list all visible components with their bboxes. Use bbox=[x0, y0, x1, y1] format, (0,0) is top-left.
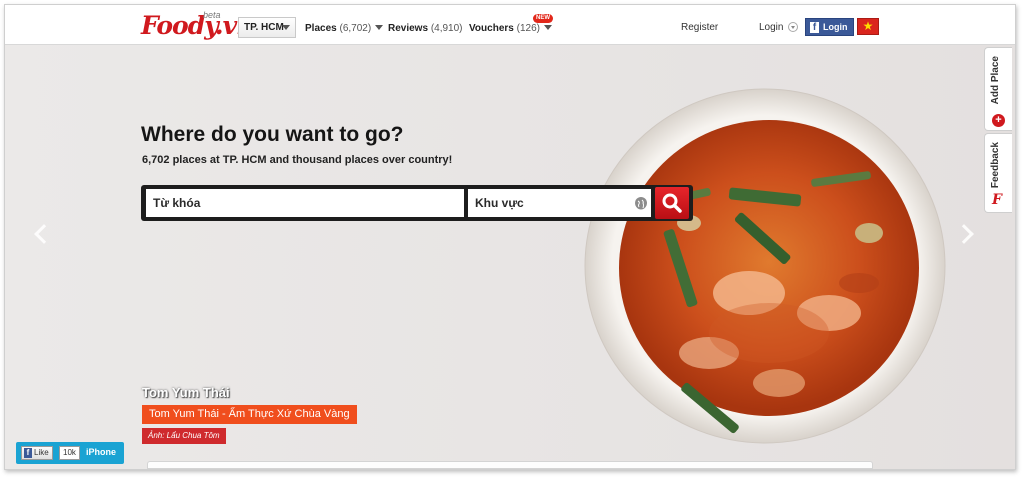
reviews-count: (4,910) bbox=[430, 23, 463, 34]
chevron-down-icon bbox=[375, 25, 384, 30]
like-count: 10k bbox=[59, 446, 80, 460]
login-label: Login bbox=[759, 22, 784, 33]
social-bar: f Like 10k iPhone bbox=[16, 442, 124, 464]
facebook-like-button[interactable]: f Like bbox=[21, 446, 53, 460]
vietnam-flag-icon[interactable]: ★ bbox=[857, 18, 879, 35]
keyword-input[interactable]: Từ khóa bbox=[146, 189, 464, 217]
iphone-app-link[interactable]: iPhone bbox=[86, 447, 116, 457]
search-bar: Từ khóa Khu vực bbox=[141, 185, 693, 221]
hero-banner: Where do you want to go? 6,702 places at… bbox=[5, 45, 1015, 469]
places-count: (6,702) bbox=[339, 23, 372, 34]
places-label: Places bbox=[305, 23, 337, 34]
hero-subline: 6,702 places at TP. HCM and thousand pla… bbox=[142, 154, 453, 166]
beta-label: beta bbox=[203, 10, 221, 20]
flag-star-icon: ★ bbox=[862, 19, 874, 33]
register-link[interactable]: Register bbox=[681, 22, 718, 33]
area-input[interactable]: Khu vực bbox=[468, 189, 651, 217]
like-label: Like bbox=[34, 448, 49, 457]
city-selector[interactable]: TP. HCM bbox=[238, 17, 296, 38]
dropdown-circle-icon bbox=[788, 22, 799, 32]
hero-headline: Where do you want to go? bbox=[141, 123, 404, 146]
facebook-icon: f bbox=[24, 448, 32, 458]
vouchers-count: (126) bbox=[516, 23, 540, 34]
add-place-tab[interactable]: Add Place + bbox=[984, 47, 1012, 131]
vouchers-label: Vouchers bbox=[469, 23, 514, 34]
facebook-login-label: Login bbox=[823, 22, 848, 32]
plus-icon: + bbox=[992, 114, 1005, 127]
facebook-icon: f bbox=[810, 22, 819, 33]
chevron-down-icon bbox=[543, 25, 552, 30]
add-place-label: Add Place bbox=[990, 56, 1001, 105]
globe-icon[interactable] bbox=[635, 197, 647, 210]
chevron-down-icon bbox=[282, 25, 290, 30]
soup-bowl-image bbox=[584, 88, 946, 444]
login-menu[interactable]: Login bbox=[759, 22, 799, 33]
reviews-menu[interactable]: Reviews (4,910) bbox=[388, 23, 463, 34]
feedback-label: Feedback bbox=[990, 142, 1001, 189]
browser-frame: Foody.vn beta TP. HCM Places (6,702) Rev… bbox=[4, 4, 1016, 470]
logo-text: Foody.vn bbox=[141, 11, 254, 40]
next-slide-arrow-icon[interactable] bbox=[954, 224, 974, 244]
feedback-tab[interactable]: Feedback F bbox=[984, 133, 1012, 213]
search-button[interactable] bbox=[655, 187, 689, 219]
facebook-login-button[interactable]: f Login bbox=[805, 18, 854, 36]
dish-name: Tom Yum Thái bbox=[142, 385, 230, 400]
foody-f-icon: F bbox=[992, 192, 1002, 208]
places-menu[interactable]: Places (6,702) bbox=[305, 23, 384, 34]
previous-slide-arrow-icon[interactable] bbox=[34, 224, 54, 244]
search-icon bbox=[662, 193, 682, 213]
restaurant-tag[interactable]: Tom Yum Thái - Ẩm Thực Xứ Chùa Vàng bbox=[142, 405, 357, 424]
new-badge: NEW bbox=[533, 14, 553, 23]
photo-credit-tag[interactable]: Ảnh: Lẩu Chua Tôm bbox=[142, 428, 226, 444]
content-panel-edge bbox=[147, 461, 873, 469]
vouchers-menu[interactable]: Vouchers (126) bbox=[469, 23, 552, 34]
top-navigation-bar: Foody.vn beta TP. HCM Places (6,702) Rev… bbox=[5, 5, 1015, 45]
foody-logo[interactable]: Foody.vn beta bbox=[141, 10, 254, 41]
reviews-label: Reviews bbox=[388, 23, 429, 34]
city-selector-label: TP. HCM bbox=[244, 22, 284, 33]
